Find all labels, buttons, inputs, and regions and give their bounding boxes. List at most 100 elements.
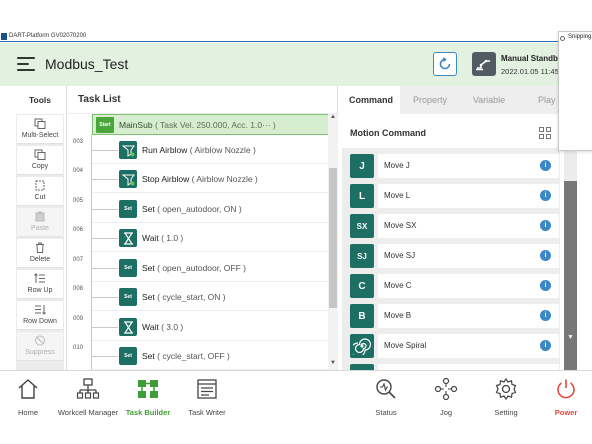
command-panel: Command Property Variable Play Motion Co…: [342, 86, 560, 370]
suppress-button[interactable]: Suppress: [17, 332, 63, 361]
cut-button[interactable]: Cut: [17, 177, 63, 206]
task-params: ( cycle_start, OFF ): [157, 351, 230, 361]
snipping-tool-window[interactable]: Snipping: [558, 31, 592, 151]
line-number: 003: [73, 139, 84, 145]
task-params: ( Airblow Nozzle ): [191, 174, 258, 184]
app-icon: [1, 33, 7, 40]
line-number: 006: [73, 227, 84, 233]
row-up-button[interactable]: Row Up: [17, 270, 63, 299]
tab-play[interactable]: Play: [520, 86, 560, 114]
task-label: Set ( cycle_start, ON ): [142, 292, 226, 302]
task-row[interactable]: Run Airblow ( Airblow Nozzle ): [92, 136, 328, 164]
task-name: Wait: [142, 322, 159, 332]
scroll-down-arrow-icon[interactable]: ▼: [328, 360, 338, 370]
motion-command-item[interactable]: C Move C i: [342, 270, 560, 300]
task-name: Set: [142, 351, 155, 361]
set-icon: Set: [119, 259, 137, 277]
info-icon[interactable]: i: [540, 160, 551, 171]
line-number: 008: [73, 286, 84, 292]
info-icon[interactable]: i: [540, 220, 551, 231]
window-title: DART-Platform GV02070200: [9, 33, 87, 39]
command-tabs: Command Property Variable Play: [342, 86, 560, 114]
paste-label: Paste: [31, 225, 49, 232]
mainsub-params: ( Task Vel. 250.000, Acc. 1.0··· ): [154, 120, 276, 130]
task-label: Stop Airblow ( Airblow Nozzle ): [142, 174, 258, 184]
snipping-label: Snipping: [568, 34, 592, 40]
task-params: ( Airblow Nozzle ): [189, 145, 256, 155]
info-icon[interactable]: i: [540, 250, 551, 261]
task-row[interactable]: Set Set ( cycle_start, OFF ): [92, 342, 328, 370]
task-params: ( open_autodoor, OFF ): [157, 263, 246, 273]
motion-command-item[interactable]: B Move B i: [342, 300, 560, 330]
task-row[interactable]: Set Set ( open_autodoor, OFF ): [92, 254, 328, 282]
command-list-scrollbar[interactable]: ▼: [564, 148, 577, 370]
cut-icon: [35, 180, 45, 191]
status-icon: [376, 379, 396, 399]
delete-button[interactable]: Delete: [17, 239, 63, 268]
task-row[interactable]: Set Set ( open_autodoor, ON ): [92, 195, 328, 223]
task-params: ( open_autodoor, ON ): [157, 204, 242, 214]
motion-command-item[interactable]: [342, 360, 560, 370]
robot-status-button[interactable]: [472, 52, 496, 76]
task-params: ( 1.0 ): [161, 233, 184, 243]
task-row[interactable]: Wait ( 3.0 ): [92, 313, 328, 341]
task-label: Wait ( 3.0 ): [142, 322, 183, 332]
copy-button[interactable]: Copy: [17, 146, 63, 175]
scroll-up-arrow-icon[interactable]: ▲: [328, 114, 338, 124]
titlebar-divider: [0, 41, 560, 42]
motion-command-label: Move C: [384, 281, 412, 290]
motion-command-item[interactable]: Move Spiral i: [342, 330, 560, 360]
mainsub-name: MainSub: [119, 120, 153, 130]
multi-select-button[interactable]: Multi-Select: [17, 115, 63, 144]
move-c-icon: C: [350, 274, 374, 298]
refresh-button[interactable]: [433, 52, 457, 76]
tab-property[interactable]: Property: [400, 86, 460, 114]
info-icon[interactable]: i: [540, 310, 551, 321]
line-number: 010: [73, 345, 84, 351]
info-icon[interactable]: i: [540, 190, 551, 201]
motion-command-label: Move Spiral: [384, 341, 427, 350]
hamburger-menu-icon[interactable]: [17, 56, 35, 72]
info-icon[interactable]: i: [540, 280, 551, 291]
paste-button[interactable]: Paste: [17, 208, 63, 237]
workcell-manager-icon: [76, 378, 100, 399]
task-list-scroll-thumb[interactable]: [329, 168, 337, 308]
grid-view-icon[interactable]: [539, 127, 551, 139]
row-up-icon: [34, 273, 45, 283]
row-down-button[interactable]: Row Down: [17, 301, 63, 330]
info-icon[interactable]: i: [540, 340, 551, 351]
motion-command-item[interactable]: SJ Move SJ i: [342, 240, 560, 270]
home-icon: [18, 379, 38, 399]
motion-command-item[interactable]: J Move J i: [342, 150, 560, 180]
refresh-icon: [439, 57, 451, 70]
line-number: 009: [73, 316, 84, 322]
task-row-mainsub[interactable]: Start MainSub ( Task Vel. 250.000, Acc. …: [92, 114, 329, 135]
task-list-panel: Task List Start MainSub ( Task Vel. 250.…: [66, 86, 339, 370]
set-icon: Set: [119, 200, 137, 218]
nav-task-writer-label: Task Writer: [188, 408, 226, 417]
tools-title: Tools: [16, 86, 64, 114]
task-list-scrollbar[interactable]: ▲ ▼: [328, 114, 338, 370]
move-spiral-icon: [350, 334, 374, 358]
command-list-scroll-thumb[interactable]: [564, 151, 577, 181]
task-row[interactable]: Wait ( 1.0 ): [92, 224, 328, 252]
task-builder-icon: [138, 380, 158, 398]
move-j-icon: J: [350, 154, 374, 178]
task-row[interactable]: Set Set ( cycle_start, ON ): [92, 283, 328, 311]
tab-variable[interactable]: Variable: [460, 86, 518, 114]
task-name: Set: [142, 263, 155, 273]
motion-command-item[interactable]: SX Move SX i: [342, 210, 560, 240]
window-titlebar: DART-Platform GV02070200: [0, 32, 560, 42]
tab-command[interactable]: Command: [342, 86, 400, 114]
task-label: Wait ( 1.0 ): [142, 233, 183, 243]
task-name: Wait: [142, 233, 159, 243]
scroll-down-arrow-icon[interactable]: ▼: [564, 334, 577, 346]
line-number: 004: [73, 168, 84, 174]
task-label: Set ( cycle_start, OFF ): [142, 351, 230, 361]
task-name: Set: [142, 292, 155, 302]
motion-command-label: Move J: [384, 161, 410, 170]
motion-command-item[interactable]: L Move L i: [342, 180, 560, 210]
task-list-title: Task List: [67, 86, 339, 114]
task-row[interactable]: Stop Airblow ( Airblow Nozzle ): [92, 165, 328, 193]
jog-icon: [434, 377, 458, 401]
